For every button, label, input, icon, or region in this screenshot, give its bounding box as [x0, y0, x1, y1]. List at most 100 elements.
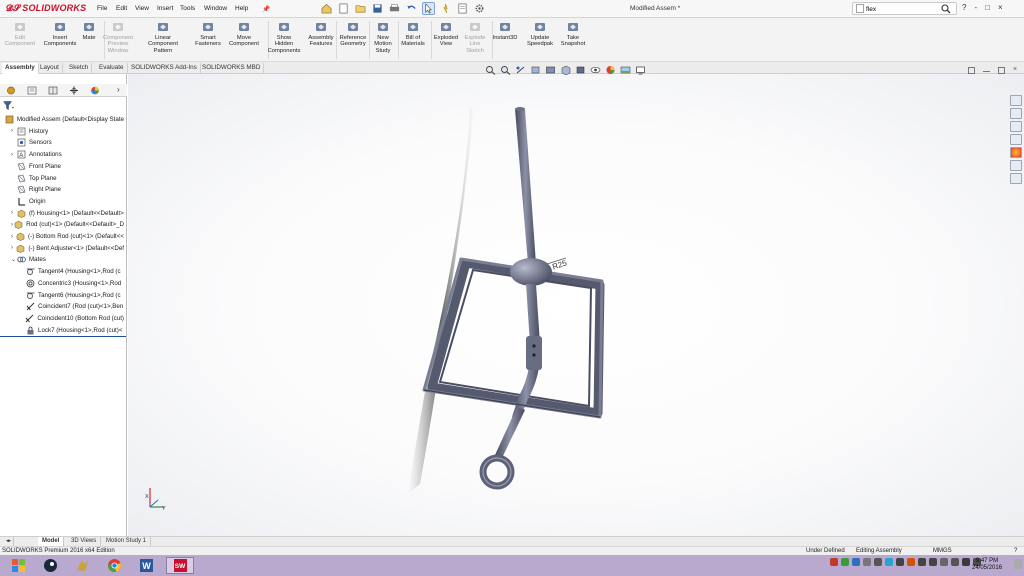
steam-icon[interactable] [36, 557, 64, 574]
property-manager-icon[interactable] [27, 86, 37, 95]
solidworks-logo[interactable]: 𝓓𝓢 SOLIDWORKS [6, 3, 86, 14]
tree-item[interactable]: Coincident10 (Bottom Rod (cut) [20, 313, 124, 324]
print-icon[interactable] [388, 2, 401, 15]
instant3d-button[interactable]: Instant3D [485, 21, 525, 41]
edit-component-button[interactable]: Edit Component [0, 21, 40, 48]
windows-start-icon[interactable] [4, 557, 32, 574]
tray-app-icon[interactable] [918, 558, 926, 566]
clock[interactable]: 9:47 PM 24/05/2016 [972, 558, 1002, 572]
smart-fasteners-button[interactable]: Smart Fasteners [188, 21, 228, 48]
rebuild-icon[interactable] [439, 2, 452, 15]
tab-solidworks-addins[interactable]: SOLIDWORKS Add-Ins [128, 63, 201, 74]
menu-tools[interactable]: Tools [180, 5, 195, 12]
tree-item[interactable]: › (-) Bottom Rod (cut)<1> (Default<< [11, 231, 124, 242]
tray-app-icon[interactable] [874, 558, 882, 566]
configuration-manager-icon[interactable] [48, 86, 58, 95]
show-hidden-button[interactable]: Show Hidden Components [264, 21, 304, 54]
search-input[interactable] [866, 4, 936, 14]
tray-app-icon[interactable] [951, 558, 959, 566]
more-tabs-chevron-icon[interactable]: › [117, 85, 120, 94]
hide-show-items-icon[interactable] [590, 65, 601, 75]
display-style-icon[interactable] [575, 65, 586, 75]
undo-icon[interactable] [405, 2, 418, 15]
preview-window-button[interactable]: Component Preview Window [98, 21, 138, 54]
tree-item[interactable]: › (f) Housing<1> (Default<<Default> [11, 208, 124, 219]
tree-item[interactable]: Origin [11, 196, 124, 207]
select-pointer-icon[interactable] [422, 2, 435, 15]
maximize-button[interactable]: □ [985, 3, 990, 12]
tree-item[interactable]: Right Plane [11, 184, 124, 195]
filter-icon[interactable] [3, 101, 14, 112]
tray-app-icon[interactable] [841, 558, 849, 566]
pin-icon[interactable]: 📌 [262, 5, 270, 13]
file-explorer-icon[interactable] [1010, 121, 1022, 132]
network-icon[interactable] [896, 558, 904, 566]
feature-tree-icon[interactable] [6, 86, 16, 95]
flag-icon[interactable] [940, 558, 948, 566]
view-palette-icon[interactable] [1010, 134, 1022, 145]
tray-app-icon[interactable] [830, 558, 838, 566]
tree-item[interactable]: Modified Assem (Default<Display State [2, 114, 124, 125]
tab-layout[interactable]: Layout [37, 63, 63, 74]
viewport-close-icon[interactable]: × [1013, 66, 1020, 74]
close-button[interactable]: × [998, 3, 1003, 12]
tray-app-icon[interactable] [852, 558, 860, 566]
custom-properties-icon[interactable] [1010, 160, 1022, 171]
menu-edit[interactable]: Edit [116, 5, 127, 12]
volume-icon[interactable] [929, 558, 937, 566]
design-library-icon[interactable] [1010, 108, 1022, 119]
solidworks-forum-icon[interactable] [1010, 173, 1022, 184]
minimize-button[interactable]: - [974, 3, 977, 12]
tree-item[interactable]: Concentric3 (Housing<1>,Rod [20, 278, 124, 289]
tree-item[interactable]: Front Plane [11, 161, 124, 172]
tree-item[interactable]: Tangent4 (Housing<1>,Rod (c [20, 266, 124, 277]
tab-sketch[interactable]: Sketch [66, 63, 93, 74]
search-box[interactable] [852, 2, 957, 15]
solidworks-resources-icon[interactable] [1010, 95, 1022, 106]
linear-pattern-button[interactable]: Linear Component Pattern [143, 21, 183, 54]
view-orientation-icon[interactable] [560, 65, 571, 75]
tree-item[interactable]: › History [11, 126, 124, 137]
tree-item[interactable]: › Rod (cut)<1> (Default<<Default>_D [11, 219, 124, 230]
tree-item[interactable]: ⌄ Mates [11, 254, 124, 265]
tree-item[interactable]: › A Annotations [11, 149, 124, 160]
apply-scene-icon[interactable] [620, 65, 631, 75]
assembly-model[interactable]: R25 Y X [128, 74, 1024, 536]
tray-app-icon[interactable] [885, 558, 893, 566]
graphics-area[interactable]: R25 Y X [128, 74, 1024, 536]
notification-icon[interactable] [1014, 559, 1022, 569]
move-component-button[interactable]: Move Component [224, 21, 264, 48]
word-icon[interactable]: W [132, 557, 160, 574]
zoom-to-area-icon[interactable] [500, 65, 511, 75]
tree-item[interactable]: Coincident7 (Rod (cut)<1>,Ben [20, 301, 124, 312]
menu-help[interactable]: Help [235, 5, 248, 12]
viewport-restore-icon[interactable] [968, 67, 975, 74]
tree-item[interactable]: Lock7 (Housing<1>,Rod (cut)< [20, 325, 124, 336]
chrome-icon[interactable] [100, 557, 128, 574]
viewport-minimize-icon[interactable] [983, 67, 990, 72]
solidworks-taskbar-icon[interactable]: SW [166, 557, 194, 574]
save-icon[interactable] [371, 2, 384, 15]
previous-view-icon[interactable] [515, 65, 526, 75]
status-help-icon[interactable]: ? [1014, 548, 1017, 554]
home-icon[interactable] [320, 2, 333, 15]
section-view-icon[interactable] [530, 65, 541, 75]
menu-window[interactable]: Window [204, 5, 227, 12]
options-gear-icon[interactable] [473, 2, 486, 15]
menu-insert[interactable]: Insert [157, 5, 173, 12]
help-button[interactable]: ? [962, 3, 966, 12]
dimxpert-manager-icon[interactable] [69, 86, 79, 95]
open-folder-icon[interactable] [354, 2, 367, 15]
dynamic-annotation-icon[interactable] [545, 65, 556, 75]
tree-item[interactable]: › (-) Bent Adjuster<1> (Default<<Def [11, 243, 124, 254]
tree-item[interactable]: Tangent6 (Housing<1>,Rod (c [20, 290, 124, 301]
units-selector[interactable]: MMGS [933, 548, 952, 554]
radius-dimension[interactable]: R25 [551, 258, 568, 271]
new-document-icon[interactable] [337, 2, 350, 15]
rollback-bar[interactable] [0, 336, 126, 337]
tab-evaluate[interactable]: Evaluate [96, 63, 128, 74]
edit-appearance-icon[interactable] [605, 65, 616, 75]
tab-assembly[interactable]: Assembly [2, 63, 39, 74]
tree-item[interactable]: Top Plane [11, 173, 124, 184]
tree-item[interactable]: Sensors [11, 137, 124, 148]
